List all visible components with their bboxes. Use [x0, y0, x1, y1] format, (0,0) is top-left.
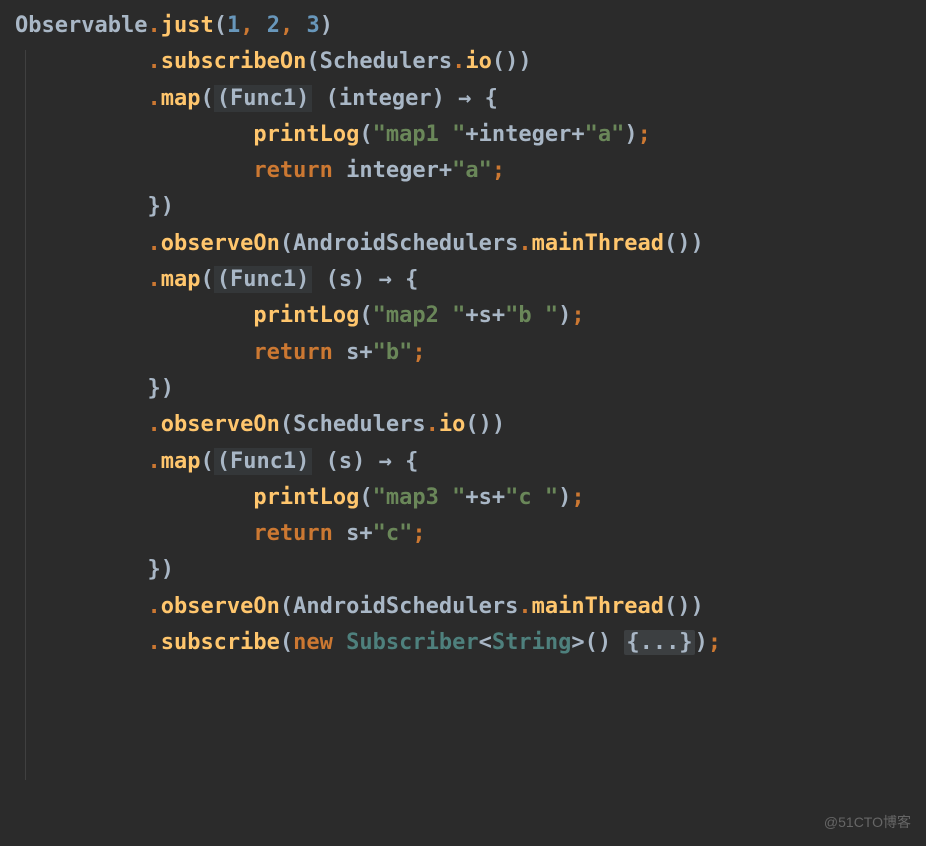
generic-string: String [492, 630, 571, 655]
class-subscriber: Subscriber [346, 630, 478, 655]
watermark-text: @51CTO博客 [824, 811, 911, 834]
code-line-13: .map((Func1) (s) → { [15, 444, 911, 480]
code-line-6: }) [15, 189, 911, 225]
keyword-new: new [293, 630, 346, 655]
method-map: map [161, 86, 201, 111]
method-mainthread: mainThread [532, 594, 664, 619]
method-io: io [465, 49, 492, 74]
class-schedulers: Schedulers [293, 412, 425, 437]
code-line-8: .map((Func1) (s) → { [15, 262, 911, 298]
class-androidschedulers: AndroidSchedulers [293, 594, 518, 619]
method-map: map [161, 449, 201, 474]
method-printlog: printLog [253, 303, 359, 328]
code-line-14: printLog("map3 "+s+"c "); [15, 480, 911, 516]
arrow-icon: → [458, 86, 471, 111]
keyword-return: return [253, 340, 346, 365]
method-printlog: printLog [253, 122, 359, 147]
cast-func1: (Func1) [214, 448, 313, 475]
code-line-3: .map((Func1) (integer) → { [15, 81, 911, 117]
code-line-15: return s+"c"; [15, 516, 911, 552]
code-line-2: .subscribeOn(Schedulers.io()) [15, 44, 911, 80]
arrow-icon: → [379, 449, 392, 474]
cast-func1: (Func1) [214, 266, 313, 293]
method-subscribe: subscribe [161, 630, 280, 655]
arrow-icon: → [379, 267, 392, 292]
code-line-10: return s+"b"; [15, 335, 911, 371]
method-observeon: observeOn [161, 412, 280, 437]
method-mainthread: mainThread [532, 231, 664, 256]
keyword-return: return [253, 158, 346, 183]
method-printlog: printLog [253, 485, 359, 510]
class-androidschedulers: AndroidSchedulers [293, 231, 518, 256]
code-line-18: .subscribe(new Subscriber<String>() {...… [15, 625, 911, 661]
keyword-return: return [253, 521, 346, 546]
code-line-7: .observeOn(AndroidSchedulers.mainThread(… [15, 226, 911, 262]
class-observable: Observable [15, 13, 147, 38]
indent-guide [25, 50, 26, 780]
code-line-4: printLog("map1 "+integer+"a"); [15, 117, 911, 153]
method-observeon: observeOn [161, 231, 280, 256]
code-line-5: return integer+"a"; [15, 153, 911, 189]
code-line-12: .observeOn(Schedulers.io()) [15, 407, 911, 443]
code-line-1: Observable.just(1, 2, 3) [15, 8, 911, 44]
code-line-17: .observeOn(AndroidSchedulers.mainThread(… [15, 589, 911, 625]
method-io: io [439, 412, 466, 437]
class-schedulers: Schedulers [320, 49, 452, 74]
code-line-11: }) [15, 371, 911, 407]
code-editor[interactable]: Observable.just(1, 2, 3) .subscribeOn(Sc… [15, 8, 911, 661]
code-fold-icon[interactable]: {...} [624, 630, 694, 655]
code-line-16: }) [15, 552, 911, 588]
method-map: map [161, 267, 201, 292]
method-subscribeon: subscribeOn [161, 49, 307, 74]
cast-func1: (Func1) [214, 85, 313, 112]
method-observeon: observeOn [161, 594, 280, 619]
code-line-9: printLog("map2 "+s+"b "); [15, 298, 911, 334]
method-just: just [161, 13, 214, 38]
